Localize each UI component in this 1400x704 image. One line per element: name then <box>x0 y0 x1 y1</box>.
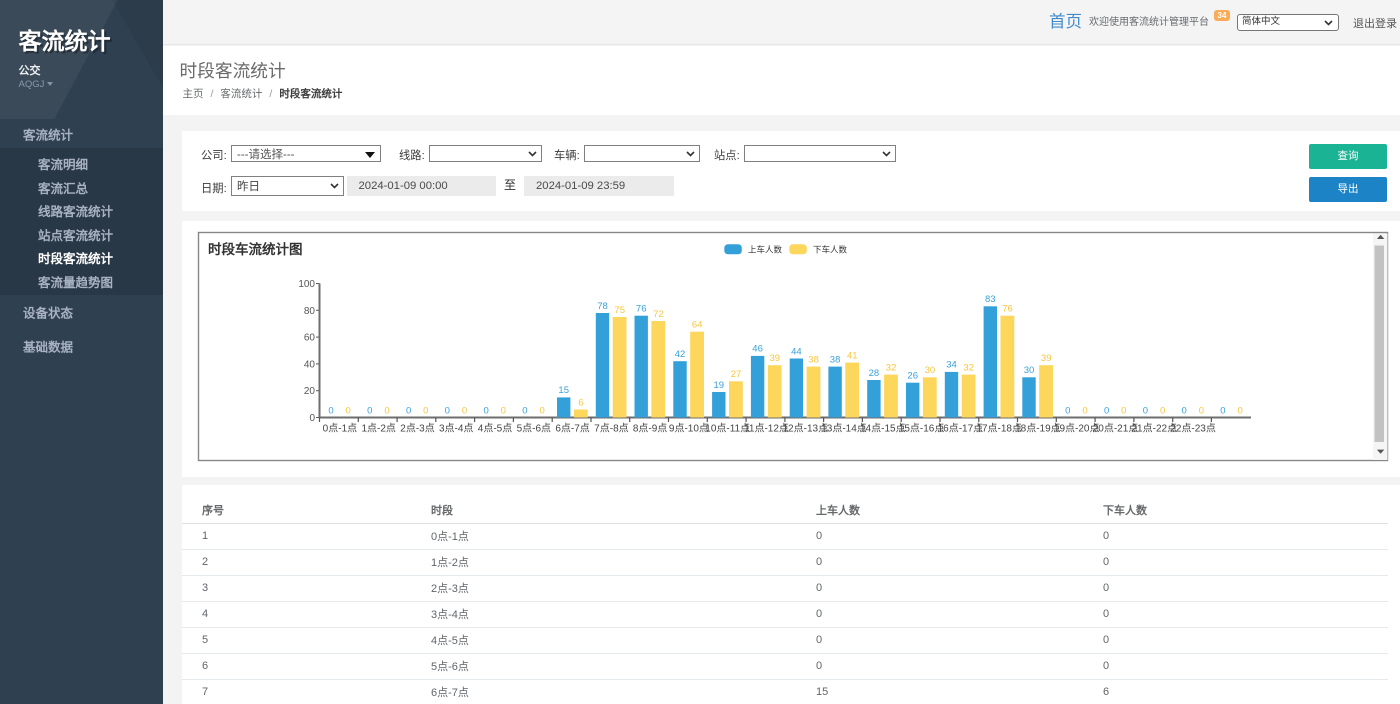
svg-text:0: 0 <box>423 405 428 416</box>
svg-text:9点-10点: 9点-10点 <box>669 423 709 435</box>
svg-text:30: 30 <box>925 365 936 376</box>
svg-text:76: 76 <box>1002 304 1013 315</box>
svg-text:42: 42 <box>675 349 686 360</box>
svg-text:0: 0 <box>1143 405 1148 416</box>
svg-text:78: 78 <box>597 301 608 312</box>
svg-text:0: 0 <box>367 405 372 416</box>
svg-text:20: 20 <box>304 386 316 397</box>
svg-text:2点-3点: 2点-3点 <box>400 423 434 435</box>
svg-text:7点-8点: 7点-8点 <box>594 423 628 435</box>
svg-text:0: 0 <box>1182 405 1187 416</box>
svg-text:0: 0 <box>445 405 450 416</box>
svg-text:39: 39 <box>770 353 781 364</box>
svg-text:0: 0 <box>501 405 506 416</box>
svg-text:32: 32 <box>886 362 897 373</box>
svg-text:时段车流统计图: 时段车流统计图 <box>208 241 303 257</box>
svg-text:0: 0 <box>1121 405 1126 416</box>
svg-text:44: 44 <box>791 346 802 357</box>
svg-text:19: 19 <box>714 380 725 391</box>
svg-text:0: 0 <box>406 405 411 416</box>
svg-text:0: 0 <box>1082 405 1087 416</box>
svg-text:28: 28 <box>869 368 880 379</box>
svg-text:6点-7点: 6点-7点 <box>555 423 589 435</box>
svg-text:15: 15 <box>558 385 569 396</box>
svg-text:0: 0 <box>462 405 467 416</box>
svg-text:38: 38 <box>830 354 841 365</box>
svg-text:26: 26 <box>907 371 918 382</box>
svg-text:60: 60 <box>304 333 316 344</box>
svg-text:8点-9点: 8点-9点 <box>633 423 667 435</box>
svg-text:5点-6点: 5点-6点 <box>517 423 551 435</box>
svg-text:100: 100 <box>298 279 315 290</box>
svg-text:0点-1点: 0点-1点 <box>323 423 357 435</box>
svg-text:6: 6 <box>578 397 583 408</box>
svg-text:40: 40 <box>304 359 316 370</box>
svg-text:30: 30 <box>1024 365 1035 376</box>
svg-text:27: 27 <box>731 369 742 380</box>
svg-text:72: 72 <box>653 309 664 320</box>
svg-text:39: 39 <box>1041 353 1052 364</box>
svg-text:80: 80 <box>304 306 316 317</box>
svg-text:4点-5点: 4点-5点 <box>478 423 512 435</box>
svg-text:0: 0 <box>522 405 527 416</box>
svg-text:75: 75 <box>614 305 625 316</box>
svg-text:0: 0 <box>1065 405 1070 416</box>
svg-text:0: 0 <box>346 405 351 416</box>
svg-text:38: 38 <box>808 354 819 365</box>
svg-text:41: 41 <box>847 350 858 361</box>
svg-text:0: 0 <box>483 405 488 416</box>
svg-text:0: 0 <box>1199 405 1204 416</box>
svg-text:64: 64 <box>692 320 703 331</box>
svg-text:0: 0 <box>1160 405 1165 416</box>
svg-text:32: 32 <box>963 362 974 373</box>
svg-text:83: 83 <box>985 294 996 305</box>
svg-text:1点-2点: 1点-2点 <box>361 423 395 435</box>
svg-text:76: 76 <box>636 304 647 315</box>
svg-text:3点-4点: 3点-4点 <box>439 423 473 435</box>
svg-text:0: 0 <box>309 413 315 424</box>
svg-text:34: 34 <box>946 360 957 371</box>
svg-text:22点-23点: 22点-23点 <box>1170 423 1216 435</box>
svg-text:上车人数: 上车人数 <box>748 245 783 255</box>
svg-text:0: 0 <box>328 405 333 416</box>
svg-text:0: 0 <box>1220 405 1225 416</box>
svg-text:0: 0 <box>1237 405 1242 416</box>
svg-text:0: 0 <box>384 405 389 416</box>
svg-text:下车人数: 下车人数 <box>813 245 848 255</box>
svg-text:0: 0 <box>539 405 544 416</box>
svg-text:46: 46 <box>752 344 763 355</box>
svg-text:0: 0 <box>1104 405 1109 416</box>
